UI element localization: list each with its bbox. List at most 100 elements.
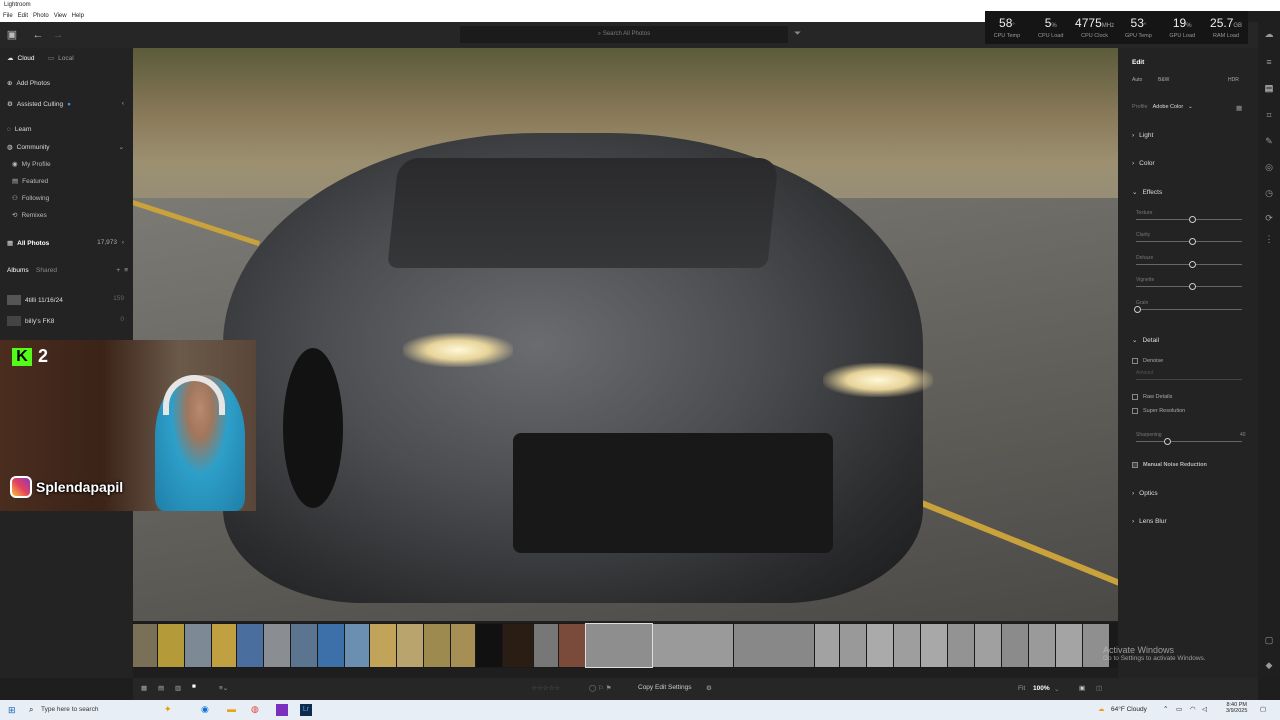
album-item[interactable]: 4tilli 11/16/24 [7,295,63,305]
section-optics[interactable]: › Optics [1132,490,1158,497]
history-icon[interactable]: ◷ [1263,187,1275,199]
main-photo-canvas[interactable] [133,48,1118,621]
more-icon[interactable]: ⋮ [1263,233,1275,245]
detail-view-icon[interactable]: ■ [192,683,196,690]
film-thumb[interactable] [291,624,317,667]
tab-albums[interactable]: Albums [7,267,29,274]
copy-edit-settings-button[interactable]: Copy Edit Settings [638,684,691,691]
slider-sharpening[interactable]: Sharpening [1136,432,1242,445]
add-photos-button[interactable]: ⊕ Add Photos [7,79,50,88]
chevron-left-icon[interactable]: ‹ [122,100,124,107]
edit-sliders-icon[interactable]: ≡ [1263,56,1275,68]
chrome-icon[interactable]: ◍ [251,704,259,715]
adjust-icon[interactable]: ▤ [1263,82,1275,94]
slider-knob[interactable] [1163,438,1171,445]
film-thumb[interactable] [1029,624,1055,667]
album-item[interactable]: billy's FK8 [7,316,54,326]
notifications-icon[interactable]: ▢ [1260,705,1266,713]
chevron-down-icon[interactable]: ⌄ [119,143,124,151]
section-effects[interactable]: ⌄ Effects [1132,188,1162,197]
super-resolution-checkbox[interactable]: Super Resolution [1132,408,1185,414]
slider-vignette[interactable]: Vignette [1136,277,1242,290]
film-thumb[interactable] [534,624,558,667]
back-arrow-icon[interactable]: ← [30,27,46,43]
film-thumb[interactable] [1056,624,1082,667]
tab-cloud[interactable]: ☁ Cloud [7,54,34,63]
community-remixes[interactable]: ⟲ Remixes [12,211,47,220]
sort-icon[interactable]: ≡ [124,267,128,274]
slider-knob[interactable] [1189,261,1196,268]
photo-grid-icon[interactable]: ▥ [175,684,181,692]
before-after-icon[interactable]: ◫ [1096,684,1102,692]
film-thumb[interactable] [1002,624,1028,667]
compare-view-icon[interactable]: ▣ [1079,684,1085,692]
slider-grain[interactable]: Grain [1134,300,1242,313]
network-icon[interactable]: ▭ [1176,705,1182,713]
all-photos-chevron-icon[interactable]: ‹ [122,239,124,246]
community-following[interactable]: ⚇ Following [12,194,49,203]
film-thumb[interactable] [734,624,814,667]
film-thumb[interactable] [476,624,502,667]
flag-icon[interactable]: ◯ ⚐ ⚑ [589,684,612,692]
slider-texture[interactable]: Texture [1136,210,1242,223]
forward-arrow-icon[interactable]: → [50,27,66,43]
heal-icon[interactable]: ✎ [1263,135,1275,147]
menu-photo[interactable]: Photo [33,11,49,22]
crop-icon[interactable]: ⌗ [1263,109,1275,121]
community-my-profile[interactable]: ◉ My Profile [12,160,51,169]
bw-button[interactable]: B&W [1158,77,1169,83]
all-photos-item[interactable]: ▦ All Photos [7,239,49,248]
film-thumb[interactable] [894,624,920,667]
film-thumb[interactable] [815,624,839,667]
slider-knob[interactable] [1134,306,1141,313]
film-thumb[interactable] [397,624,423,667]
weather-text[interactable]: 64°F Cloudy [1111,706,1147,713]
settings-gear-icon[interactable]: ⚙ [706,684,712,692]
film-thumb[interactable] [345,624,369,667]
film-thumb[interactable] [921,624,947,667]
file-explorer-icon[interactable]: ▬ [227,704,236,714]
slider-knob[interactable] [1189,238,1196,245]
film-thumb[interactable] [133,624,157,667]
star-rating-icon[interactable]: ☆☆☆☆☆ [531,684,560,692]
slider-knob[interactable] [1189,216,1196,223]
film-thumb[interactable] [559,624,585,667]
comments-icon[interactable]: ▢ [1263,634,1275,646]
slider-knob[interactable] [1189,283,1196,290]
film-thumb[interactable] [424,624,450,667]
zoom-chevron-icon[interactable]: ⌄ [1054,685,1059,693]
auto-button[interactable]: Auto [1132,77,1142,83]
menu-help[interactable]: Help [72,11,84,22]
film-thumb[interactable] [451,624,475,667]
lightroom-taskbar-icon[interactable]: Lr [300,704,312,716]
film-thumb-selected[interactable] [585,623,653,668]
menu-edit[interactable]: Edit [18,11,28,22]
cloud-sync-icon[interactable]: ☁ [1263,28,1275,40]
film-thumb[interactable] [185,624,211,667]
film-thumb[interactable] [503,624,533,667]
square-grid-icon[interactable]: ▦ [141,684,147,692]
film-thumb[interactable] [318,624,344,667]
film-thumb[interactable] [840,624,866,667]
fit-label[interactable]: Fit [1018,685,1025,692]
versions-icon[interactable]: ⟳ [1263,212,1275,224]
raw-details-checkbox[interactable]: Raw Details [1132,394,1172,400]
edge-icon[interactable]: ◉ [201,704,209,715]
film-thumb[interactable] [948,624,974,667]
taskbar-search-input[interactable]: Type here to search [41,706,98,713]
sort-icon[interactable]: ≡⌄ [219,684,228,692]
denoise-checkbox[interactable]: Denoise [1132,358,1163,364]
copilot-icon[interactable]: ✦ [164,704,172,715]
film-thumb[interactable] [237,624,263,667]
community-featured[interactable]: ▤ Featured [12,177,48,186]
tag-icon[interactable]: ◆ [1263,659,1275,671]
grid-icon[interactable]: ▤ [158,684,164,692]
slider-clarity[interactable]: Clarity [1136,232,1242,245]
manual-noise-reduction-row[interactable]: Manual Noise Reduction [1132,462,1207,468]
mask-icon[interactable]: ◎ [1263,161,1275,173]
tray-chevron-icon[interactable]: ⌃ [1163,705,1168,713]
wifi-icon[interactable]: ◠ [1190,705,1196,713]
profile-browser-icon[interactable]: ▦ [1236,104,1242,112]
community-item[interactable]: ◍ Community [7,143,50,152]
film-thumb[interactable] [158,624,184,667]
